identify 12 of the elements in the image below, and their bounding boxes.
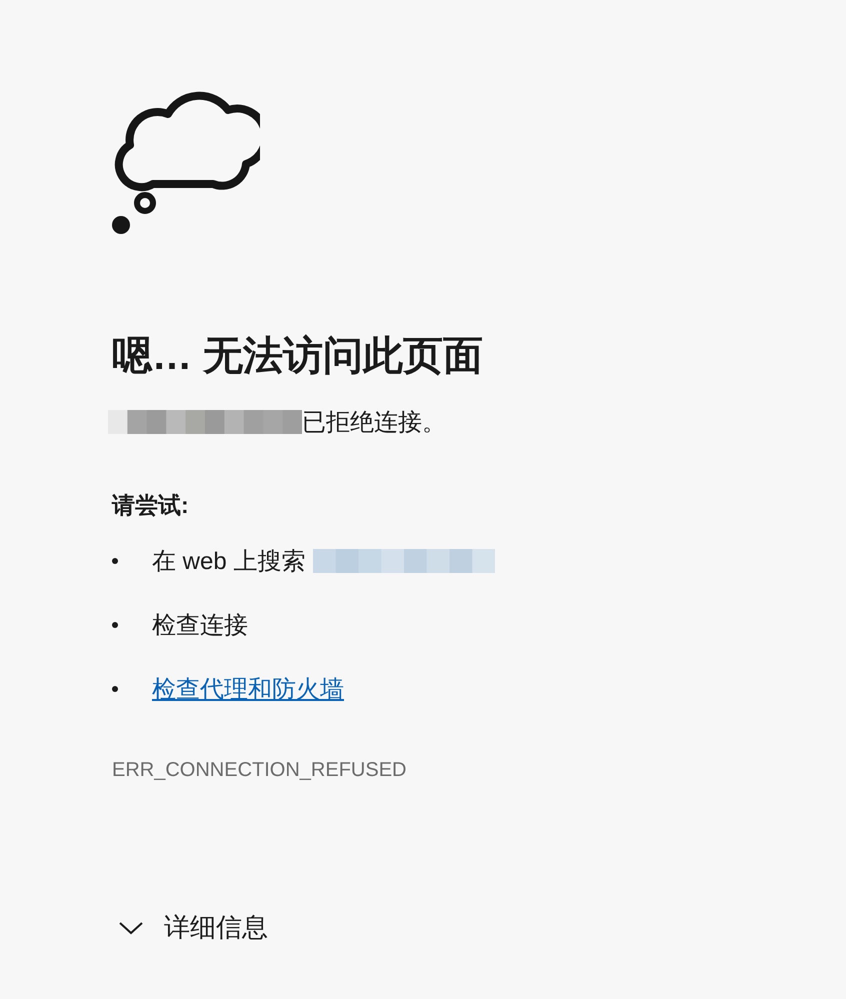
page-title: 嗯… 无法访问此页面 [112,333,484,380]
error-code: ERR_CONNECTION_REFUSED [112,759,408,782]
details-toggle[interactable]: 详细信息 [118,910,268,945]
bullet-icon [112,622,118,628]
suggestion-link[interactable]: 检查代理和防火墙 [152,673,344,705]
bullet-icon [112,558,118,564]
suggestions-heading: 请尝试: [112,491,190,520]
bullet-icon [112,686,118,692]
suggestion-text: 在 web 上搜索 [152,547,306,577]
error-message: 已拒绝连接。 [302,408,446,438]
chevron-icon [118,920,144,936]
suggestion-text: 检查连接 [152,611,248,641]
